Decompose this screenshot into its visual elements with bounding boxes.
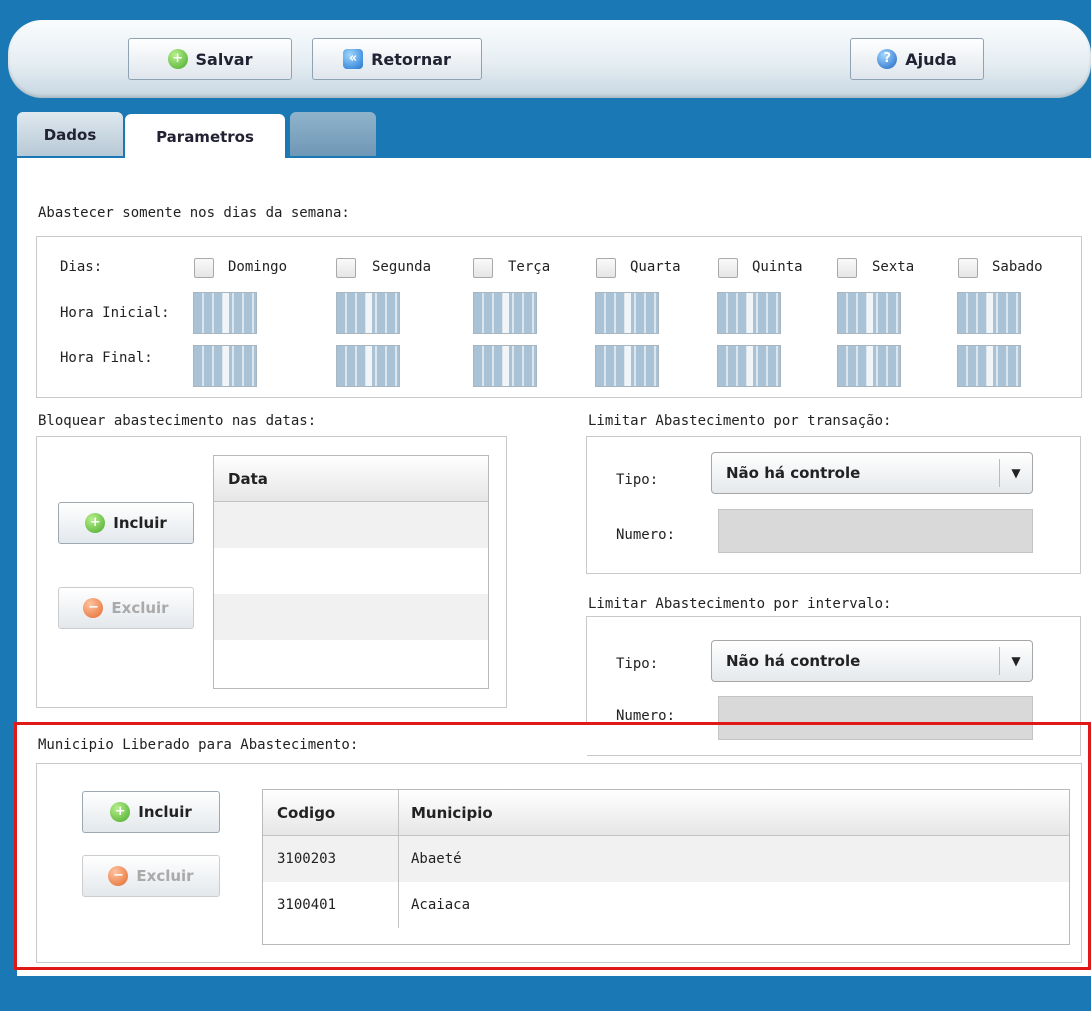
transaction-number-label: Numero: — [616, 527, 676, 543]
remove-icon: − — [83, 598, 104, 618]
table-row[interactable] — [214, 502, 488, 548]
transaction-type-select[interactable]: Não há controle ▼ — [711, 452, 1033, 494]
table-row[interactable] — [214, 548, 488, 594]
day-label-segunda: Segunda — [372, 259, 432, 275]
remove-icon: − — [108, 866, 129, 886]
tab-hidden[interactable] — [290, 112, 376, 156]
checkbox-sexta[interactable] — [837, 258, 857, 278]
start-time-quinta[interactable] — [717, 292, 781, 334]
start-time-domingo[interactable] — [193, 292, 257, 334]
start-time-segunda[interactable] — [336, 292, 400, 334]
interval-type-select[interactable]: Não há controle ▼ — [711, 640, 1033, 682]
end-time-label: Hora Final: — [60, 350, 153, 366]
cell-municipio: Acaiaca — [411, 897, 471, 913]
end-time-quarta[interactable] — [595, 345, 659, 387]
transaction-type-label: Tipo: — [616, 472, 659, 488]
help-button[interactable]: ? Ajuda — [850, 38, 984, 80]
end-time-segunda[interactable] — [336, 345, 400, 387]
add-icon: + — [85, 513, 106, 533]
end-time-domingo[interactable] — [193, 345, 257, 387]
transaction-type-value: Não há controle — [726, 464, 861, 482]
start-time-terca[interactable] — [473, 292, 537, 334]
municipio-add-button[interactable]: + Incluir — [82, 791, 220, 833]
block-dates-remove-label: Excluir — [111, 599, 169, 617]
interval-number-field[interactable] — [718, 696, 1033, 740]
limit-transaction-label: Limitar Abastecimento por transação: — [588, 413, 892, 429]
block-dates-add-button[interactable]: + Incluir — [58, 502, 194, 544]
add-icon: + — [110, 802, 131, 822]
limit-interval-label: Limitar Abastecimento por intervalo: — [588, 596, 892, 612]
block-dates-table: Data — [213, 455, 489, 689]
block-dates-add-label: Incluir — [113, 514, 167, 532]
start-time-sexta[interactable] — [837, 292, 901, 334]
end-time-terca[interactable] — [473, 345, 537, 387]
day-label-domingo: Domingo — [228, 259, 288, 275]
help-label: Ajuda — [905, 49, 957, 69]
save-label: Salvar — [195, 49, 253, 69]
cell-codigo: 3100203 — [263, 836, 399, 882]
municipio-add-label: Incluir — [138, 803, 192, 821]
municipio-remove-label: Excluir — [136, 867, 194, 885]
end-time-quinta[interactable] — [717, 345, 781, 387]
start-time-quarta[interactable] — [595, 292, 659, 334]
day-label-quinta: Quinta — [752, 259, 803, 275]
tab-parametros-label: Parametros — [156, 128, 254, 146]
save-icon: + — [167, 49, 188, 69]
back-label: Retornar — [371, 49, 451, 69]
interval-number-label: Numero: — [616, 708, 676, 724]
tab-parametros[interactable]: Parametros — [125, 114, 285, 160]
municipio-table: Codigo Municipio 3100203 Abaeté 3100401 … — [262, 789, 1070, 945]
tab-dados[interactable]: Dados — [17, 112, 123, 156]
cell-municipio: Abaeté — [411, 851, 462, 867]
chevron-down-icon: ▼ — [999, 647, 1032, 675]
checkbox-terca[interactable] — [473, 258, 493, 278]
toolbar: + Salvar « Retornar ? Ajuda — [8, 20, 1091, 98]
day-label-sabado: Sabado — [992, 259, 1043, 275]
checkbox-sabado[interactable] — [958, 258, 978, 278]
day-label-terca: Terça — [508, 259, 551, 275]
column-municipio: Municipio — [411, 803, 493, 822]
column-data: Data — [228, 469, 268, 488]
table-header-data: Data — [214, 456, 488, 502]
help-icon: ? — [877, 49, 898, 69]
transaction-number-field[interactable] — [718, 509, 1033, 553]
checkbox-segunda[interactable] — [336, 258, 356, 278]
back-icon: « — [343, 49, 364, 69]
tab-dados-label: Dados — [43, 126, 97, 144]
municipio-section-label: Municipio Liberado para Abastecimento: — [38, 737, 359, 753]
back-button[interactable]: « Retornar — [312, 38, 482, 80]
start-time-label: Hora Inicial: — [60, 305, 170, 321]
week-section-label: Abastecer somente nos dias da semana: — [38, 205, 350, 221]
column-codigo: Codigo — [263, 790, 399, 835]
end-time-sexta[interactable] — [837, 345, 901, 387]
save-button[interactable]: + Salvar — [128, 38, 292, 80]
municipio-remove-button[interactable]: − Excluir — [82, 855, 220, 897]
table-row[interactable] — [214, 594, 488, 640]
day-label-quarta: Quarta — [630, 259, 681, 275]
days-label: Dias: — [60, 259, 103, 275]
chevron-down-icon: ▼ — [999, 459, 1032, 487]
checkbox-quinta[interactable] — [718, 258, 738, 278]
checkbox-quarta[interactable] — [596, 258, 616, 278]
interval-type-value: Não há controle — [726, 652, 861, 670]
municipio-table-header: Codigo Municipio — [263, 790, 1069, 836]
table-row[interactable]: 3100401 Acaiaca — [263, 882, 1069, 928]
block-dates-remove-button[interactable]: − Excluir — [58, 587, 194, 629]
interval-type-label: Tipo: — [616, 656, 659, 672]
day-label-sexta: Sexta — [872, 259, 915, 275]
block-dates-label: Bloquear abastecimento nas datas: — [38, 413, 317, 429]
cell-codigo: 3100401 — [263, 882, 399, 928]
table-row[interactable]: 3100203 Abaeté — [263, 836, 1069, 882]
start-time-sabado[interactable] — [957, 292, 1021, 334]
checkbox-domingo[interactable] — [194, 258, 214, 278]
end-time-sabado[interactable] — [957, 345, 1021, 387]
